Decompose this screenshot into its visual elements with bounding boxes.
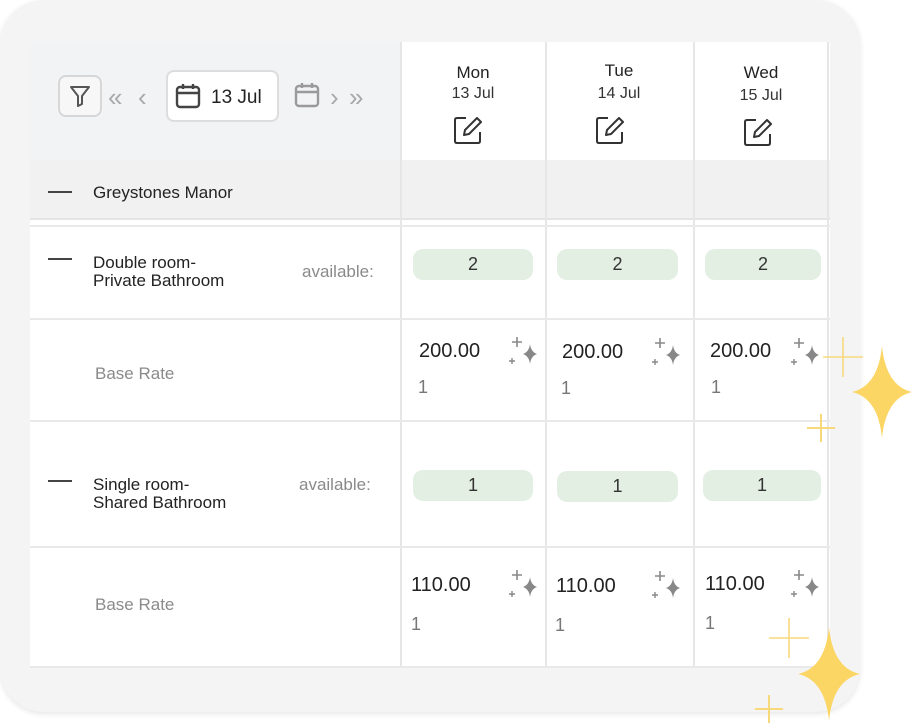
day-header-wed: Wed 15 Jul — [696, 42, 826, 158]
column-divider — [400, 42, 402, 668]
room-name-line2: Private Bathroom — [93, 271, 225, 290]
sparkle-icon[interactable] — [790, 337, 820, 367]
calendar-icon[interactable] — [294, 81, 320, 109]
rate-label: Base Rate — [95, 364, 175, 383]
rate-value[interactable]: 200.00 — [419, 340, 480, 363]
rate-value[interactable]: 110.00 — [411, 574, 471, 597]
day-name: Tue — [604, 61, 634, 80]
availability-cell[interactable]: 2 — [557, 249, 678, 280]
rate-value[interactable]: 110.00 — [705, 573, 765, 596]
day-date: 14 Jul — [597, 85, 641, 102]
availability-cell[interactable]: 2 — [705, 249, 821, 280]
day-header-mon: Mon 13 Jul — [402, 42, 544, 158]
current-date: 13 Jul — [211, 87, 262, 108]
double-chevron-right-icon[interactable]: » — [349, 84, 363, 110]
edit-icon[interactable] — [742, 116, 774, 148]
row-divider — [30, 318, 830, 320]
column-divider — [693, 42, 695, 668]
chevron-left-icon[interactable]: ‹ — [138, 84, 147, 110]
filter-icon — [70, 86, 90, 107]
rate-value[interactable]: 200.00 — [710, 340, 771, 363]
day-name: Mon — [456, 63, 490, 82]
sparkle-icon[interactable] — [790, 569, 820, 599]
availability-cell[interactable]: 1 — [557, 471, 678, 502]
collapse-toggle[interactable] — [48, 191, 72, 193]
sparkle-icon[interactable] — [651, 570, 681, 600]
rate-label: Base Rate — [95, 595, 175, 614]
property-name: Greystones Manor — [93, 183, 233, 202]
rate-value[interactable]: 110.00 — [556, 575, 616, 598]
rate-sub-value: 1 — [711, 377, 722, 397]
column-divider — [545, 42, 547, 668]
collapse-toggle[interactable] — [48, 258, 72, 260]
decorative-cross-icon — [807, 414, 835, 442]
sparkle-icon[interactable] — [508, 569, 538, 599]
sparkle-icon[interactable] — [508, 336, 538, 366]
row-divider — [30, 546, 830, 548]
chevron-right-icon[interactable]: › — [330, 84, 339, 110]
day-date: 15 Jul — [739, 87, 783, 104]
rate-sub-value: 1 — [705, 613, 716, 633]
row-divider — [30, 225, 830, 227]
calendar-icon — [175, 84, 201, 109]
rate-value[interactable]: 200.00 — [562, 341, 623, 364]
row-divider — [30, 420, 830, 422]
day-date: 13 Jul — [451, 85, 495, 102]
rate-sub-value: 1 — [561, 378, 572, 398]
rate-sub-value: 1 — [555, 615, 566, 635]
sparkle-icon[interactable] — [651, 337, 681, 367]
rate-sub-value: 1 — [411, 614, 422, 634]
availability-cell[interactable]: 2 — [413, 249, 533, 280]
edit-icon[interactable] — [452, 114, 484, 146]
edit-icon[interactable] — [594, 114, 626, 146]
available-label: available: — [302, 262, 374, 281]
decorative-cross-icon — [823, 337, 863, 377]
availability-cell[interactable]: 1 — [413, 470, 533, 501]
available-label: available: — [299, 475, 371, 494]
room-name-line1: Double room- — [93, 253, 196, 272]
filter-button[interactable] — [58, 75, 102, 117]
date-picker[interactable]: 13 Jul — [166, 70, 279, 122]
collapse-toggle[interactable] — [48, 480, 72, 482]
double-chevron-left-icon[interactable]: « — [108, 84, 122, 110]
rate-sub-value: 1 — [418, 377, 429, 397]
decorative-cross-icon — [769, 618, 809, 658]
room-name-line2: Shared Bathroom — [93, 493, 227, 512]
row-divider — [30, 666, 830, 668]
room-name-line1: Single room- — [93, 475, 190, 494]
day-name: Wed — [743, 63, 779, 82]
decorative-cross-icon — [755, 695, 783, 723]
availability-cell[interactable]: 1 — [703, 470, 821, 501]
day-header-tue: Tue 14 Jul — [547, 42, 691, 158]
